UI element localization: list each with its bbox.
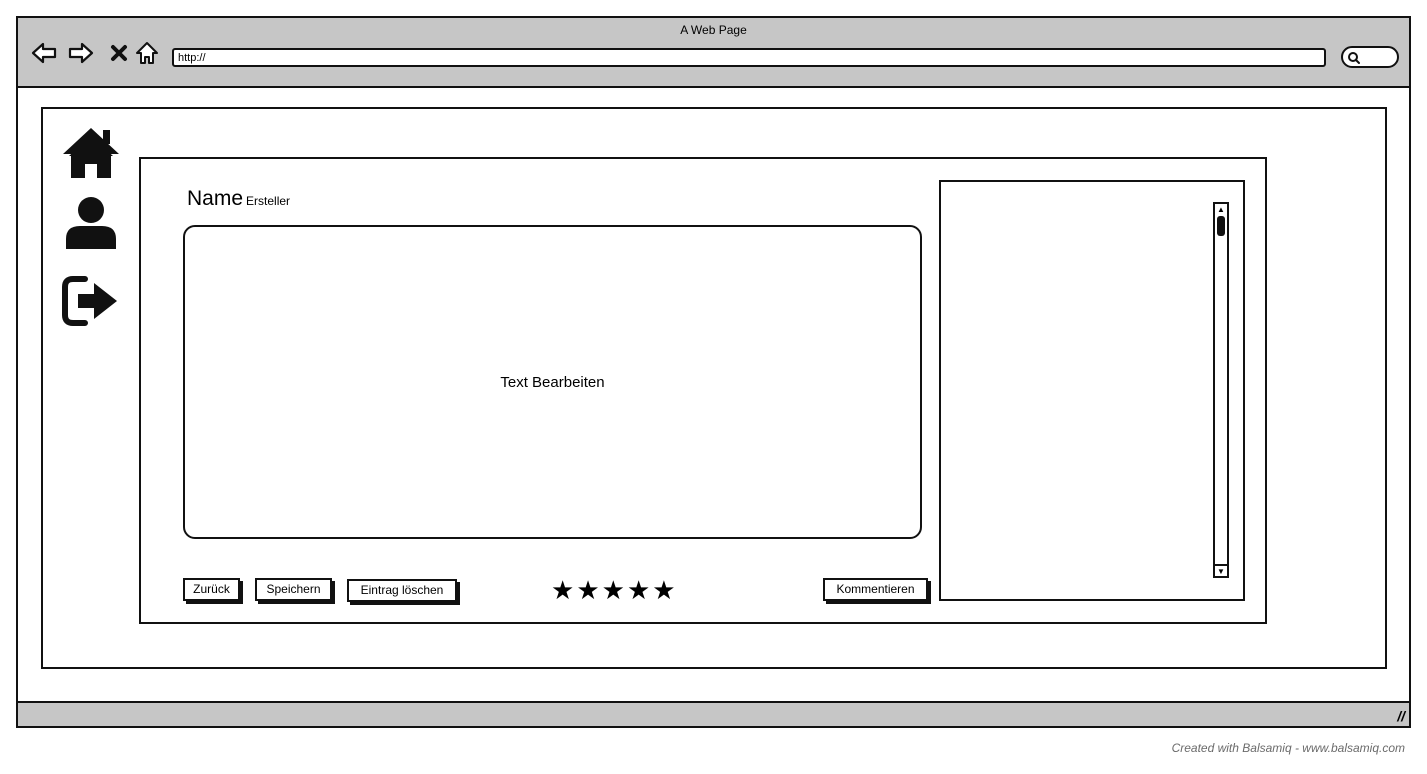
- home-icon[interactable]: [134, 40, 160, 66]
- comments-scrollbar[interactable]: ▲ ▼: [1213, 202, 1229, 578]
- scroll-up-icon[interactable]: ▲: [1215, 204, 1227, 216]
- comment-button[interactable]: Kommentieren: [823, 578, 928, 601]
- star-icon[interactable]: ★: [576, 577, 599, 603]
- comments-panel: ▲ ▼: [939, 180, 1245, 601]
- editor-placeholder: Text Bearbeiten: [500, 373, 605, 391]
- url-input[interactable]: http://: [172, 48, 1326, 67]
- sidebar-item-home[interactable]: [61, 122, 121, 182]
- close-icon[interactable]: [106, 40, 132, 66]
- logout-icon: [62, 276, 117, 326]
- star-icon[interactable]: ★: [602, 577, 625, 603]
- scroll-down-icon[interactable]: ▼: [1215, 564, 1227, 576]
- sidebar-item-logout[interactable]: [61, 271, 121, 331]
- forward-arrow-icon[interactable]: [68, 40, 94, 66]
- text-editor[interactable]: Text Bearbeiten: [183, 225, 922, 539]
- entry-name: Name: [187, 187, 244, 210]
- entry-creator: Ersteller: [246, 194, 291, 208]
- save-button[interactable]: Speichern: [255, 578, 332, 601]
- search-button[interactable]: [1341, 46, 1399, 68]
- delete-entry-button[interactable]: Eintrag löschen: [347, 579, 457, 602]
- browser-window: A Web Page http:// Name Ersteller Text B…: [16, 16, 1411, 728]
- rating-stars[interactable]: ★ ★ ★ ★ ★: [551, 577, 676, 603]
- star-icon[interactable]: ★: [627, 577, 650, 603]
- sidebar-item-profile[interactable]: [61, 193, 121, 253]
- star-icon[interactable]: ★: [652, 577, 675, 603]
- browser-title: A Web Page: [680, 23, 747, 37]
- entry-panel: Name Ersteller Text Bearbeiten Zurück Spe…: [139, 157, 1267, 624]
- browser-titlebar: A Web Page http://: [18, 18, 1409, 88]
- browser-statusbar: //: [18, 701, 1409, 726]
- entry-header: Name Ersteller: [187, 187, 290, 211]
- back-button[interactable]: Zurück: [183, 578, 240, 601]
- resize-grip-icon[interactable]: //: [1397, 708, 1405, 724]
- star-icon[interactable]: ★: [551, 577, 574, 603]
- home-icon: [63, 128, 119, 178]
- balsamiq-credit: Created with Balsamiq - www.balsamiq.com: [1171, 741, 1405, 755]
- back-arrow-icon[interactable]: [31, 40, 57, 66]
- scroll-thumb[interactable]: [1217, 216, 1225, 236]
- page-frame: Name Ersteller Text Bearbeiten Zurück Spe…: [41, 107, 1387, 669]
- search-icon: [1348, 52, 1360, 64]
- user-icon: [66, 197, 116, 249]
